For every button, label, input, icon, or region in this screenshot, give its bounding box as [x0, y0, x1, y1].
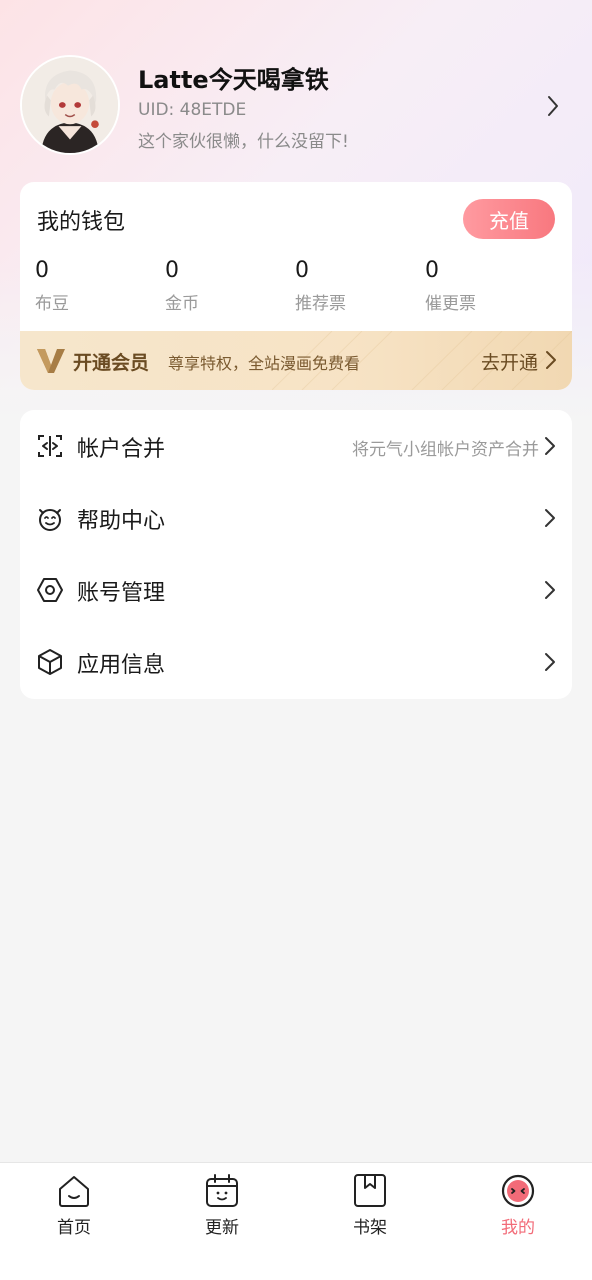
chevron-right-icon[interactable]	[546, 95, 560, 117]
vip-open-link[interactable]: 去开通	[481, 348, 538, 375]
chevron-right-icon	[545, 653, 555, 671]
vip-banner[interactable]: 开通会员 尊享特权，全站漫画免费看 去开通	[20, 331, 572, 390]
user-id: UID: 48ETDE	[138, 100, 247, 120]
wallet-card: 我的钱包 充值 0 布豆 0 金币 0 推荐票 0 催更票 开通会员 尊享特权，…	[20, 182, 572, 390]
menu-label: 帮助中心	[77, 509, 166, 534]
merge-account-icon	[38, 435, 62, 457]
help-robot-icon	[39, 509, 61, 531]
wallet-title: 我的钱包	[37, 210, 126, 235]
tab-updates[interactable]: 更新	[167, 1173, 277, 1243]
tab-bookshelf[interactable]: 书架	[315, 1173, 425, 1243]
stat-label: 推荐票	[295, 294, 346, 314]
avatar[interactable]	[20, 55, 120, 155]
stat-label: 布豆	[35, 294, 69, 314]
stat-value: 0	[165, 258, 179, 283]
menu-item-account-merge[interactable]: 帐户合并 将元气小组帐户资产合并	[20, 410, 572, 482]
cube-icon	[38, 649, 62, 675]
stat-budou[interactable]: 0 布豆	[35, 258, 155, 314]
settings-menu: 帐户合并 将元气小组帐户资产合并 帮助中心 账号管理 应用信息	[20, 410, 572, 699]
stat-value: 0	[425, 258, 439, 283]
tab-mine[interactable]: 我的	[463, 1173, 573, 1243]
stat-value: 0	[295, 258, 309, 283]
stat-urge-tickets[interactable]: 0 催更票	[425, 258, 545, 314]
menu-item-help-center[interactable]: 帮助中心	[20, 482, 572, 554]
recharge-button[interactable]: 充值	[463, 199, 555, 239]
bottom-tab-bar: 首页 更新 书架 我的	[0, 1162, 592, 1280]
stat-label: 金币	[165, 294, 199, 314]
chevron-right-icon	[546, 351, 556, 369]
wallet-stats: 0 布豆 0 金币 0 推荐票 0 催更票	[35, 258, 555, 318]
tab-home[interactable]: 首页	[19, 1173, 129, 1243]
menu-item-account-management[interactable]: 账号管理	[20, 554, 572, 626]
settings-hexagon-icon	[37, 578, 63, 602]
menu-label: 帐户合并	[77, 437, 166, 462]
calendar-icon	[206, 1174, 238, 1207]
chevron-right-icon	[545, 509, 555, 527]
tab-label: 首页	[57, 1218, 91, 1238]
tab-label: 书架	[353, 1218, 387, 1238]
profile-header[interactable]: Latte今天喝拿铁 UID: 48ETDE 这个家伙很懒，什么没留下!	[20, 55, 572, 159]
vip-v-icon	[37, 349, 65, 373]
stat-value: 0	[35, 258, 49, 283]
chevron-right-icon	[545, 581, 555, 599]
chevron-right-icon	[545, 437, 555, 455]
menu-label: 应用信息	[77, 653, 166, 678]
menu-hint: 将元气小组帐户资产合并	[352, 440, 539, 460]
menu-item-app-info[interactable]: 应用信息	[20, 626, 572, 698]
tab-label: 更新	[205, 1218, 239, 1238]
home-icon	[59, 1176, 89, 1207]
stat-label: 催更票	[425, 294, 476, 314]
menu-label: 账号管理	[77, 581, 166, 606]
vip-title: 开通会员	[73, 352, 150, 374]
user-bio: 这个家伙很懒，什么没留下!	[138, 132, 349, 152]
stat-recommend-tickets[interactable]: 0 推荐票	[295, 258, 415, 314]
vip-description: 尊享特权，全站漫画免费看	[168, 354, 361, 373]
tab-label: 我的	[501, 1218, 535, 1238]
stat-gold-coins[interactable]: 0 金币	[165, 258, 285, 314]
profile-face-icon	[501, 1174, 535, 1208]
nickname: Latte今天喝拿铁	[138, 66, 329, 94]
bookshelf-icon	[354, 1174, 386, 1207]
